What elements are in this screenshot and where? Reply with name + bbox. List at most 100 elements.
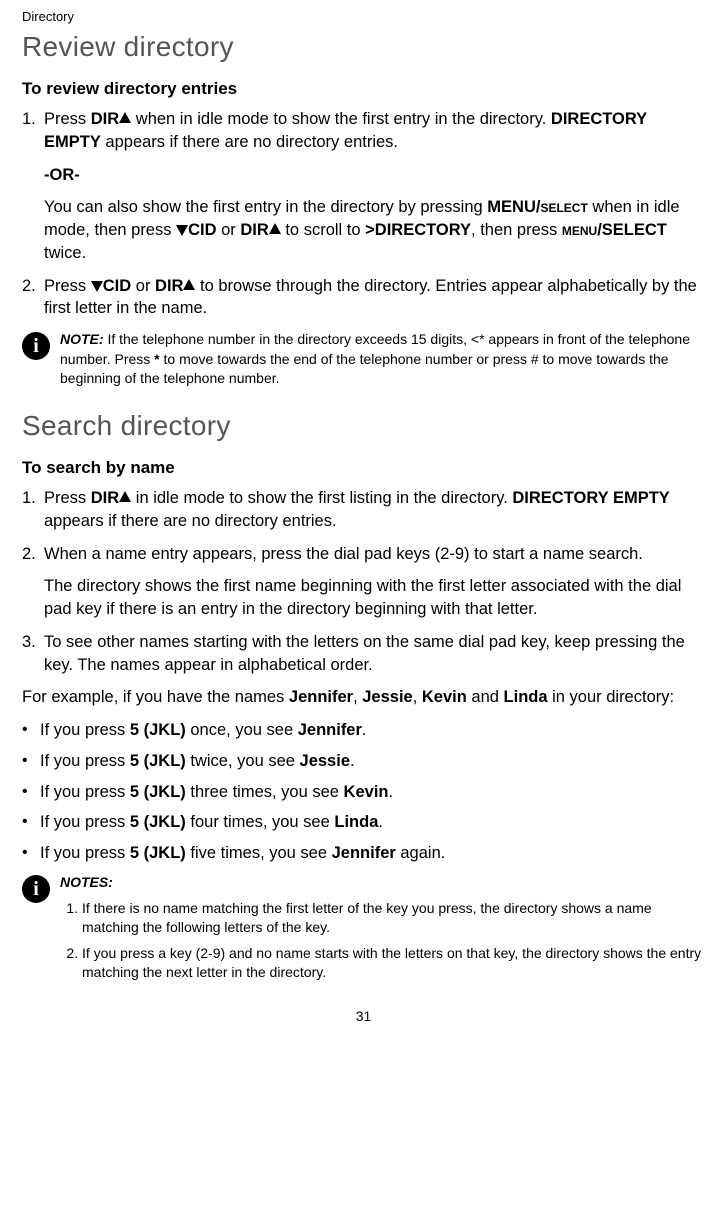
list-item: If you press 5 (JKL) once, you see Jenni… [22, 719, 705, 742]
example-bullets: If you press 5 (JKL) once, you see Jenni… [22, 719, 705, 865]
text: If you press [40, 844, 130, 862]
down-arrow-icon [91, 281, 103, 292]
section-title-review: Review directory [22, 28, 705, 67]
or-label: -OR- [44, 166, 80, 184]
key-cid: CID [188, 221, 216, 239]
menu-path-directory: >DIRECTORY [365, 221, 471, 239]
note-body: NOTE: If the telephone number in the dir… [60, 330, 705, 389]
text: five times, you see [186, 844, 332, 862]
text: . [378, 813, 383, 831]
text: to scroll to [281, 221, 365, 239]
text: Press [44, 489, 91, 507]
key-dir: DIR [240, 221, 268, 239]
list-item: If you press 5 (JKL) four times, you see… [22, 811, 705, 834]
notes-label: NOTES: [60, 874, 113, 890]
text: or [217, 221, 241, 239]
key-menu: MENU/select [487, 198, 588, 216]
note-label: NOTE: [60, 331, 104, 347]
text: when in idle mode to show the first entr… [131, 110, 551, 128]
text: . [362, 721, 367, 739]
text: To see other names starting with the let… [44, 633, 685, 674]
search-steps: 1. Press DIR in idle mode to show the fi… [22, 487, 705, 676]
text: in idle mode to show the first listing i… [131, 489, 512, 507]
text: or [131, 277, 155, 295]
alt-instruction: You can also show the first entry in the… [44, 196, 705, 264]
up-arrow-icon [119, 491, 131, 502]
key-5jkl: 5 (JKL) [130, 813, 186, 831]
key-dir: DIR [91, 110, 119, 128]
example-name: Jennifer [289, 688, 353, 706]
review-steps: 1. Press DIR when in idle mode to show t… [22, 108, 705, 320]
result-name: Jennifer [332, 844, 396, 862]
text: again. [396, 844, 446, 862]
text: and [467, 688, 504, 706]
note-item: If there is no name matching the first l… [82, 899, 705, 938]
key-menu-select: menu/SELECT [562, 221, 667, 239]
down-arrow-icon [176, 225, 188, 236]
step-number: 1. [22, 487, 36, 510]
text: When a name entry appears, press the dia… [44, 545, 643, 563]
example-name: Kevin [422, 688, 467, 706]
text: four times, you see [186, 813, 335, 831]
list-item: If you press 5 (JKL) three times, you se… [22, 781, 705, 804]
step-2-detail: The directory shows the first name begin… [44, 575, 705, 621]
step-1: 1. Press DIR when in idle mode to show t… [22, 108, 705, 265]
step-number: 2. [22, 543, 36, 566]
key-5jkl: 5 (JKL) [130, 783, 186, 801]
step-1: 1. Press DIR in idle mode to show the fi… [22, 487, 705, 533]
text: You can also show the first entry in the… [44, 198, 487, 216]
step-number: 3. [22, 631, 36, 654]
info-icon [22, 332, 50, 360]
text: . [350, 752, 355, 770]
result-name: Jennifer [298, 721, 362, 739]
text: once, you see [186, 721, 298, 739]
up-arrow-icon [119, 112, 131, 123]
directory-empty-label: DIRECTORY EMPTY [512, 489, 669, 507]
key-cid: CID [103, 277, 131, 295]
key-5jkl: 5 (JKL) [130, 752, 186, 770]
text: , [353, 688, 362, 706]
result-name: Kevin [344, 783, 389, 801]
result-name: Linda [334, 813, 378, 831]
text: , [413, 688, 422, 706]
result-name: Jessie [300, 752, 350, 770]
up-arrow-icon [183, 279, 195, 290]
list-item: If you press 5 (JKL) five times, you see… [22, 842, 705, 865]
info-icon [22, 875, 50, 903]
subtitle-search: To search by name [22, 456, 705, 479]
text: in your directory: [548, 688, 675, 706]
notes-body: NOTES: If there is no name matching the … [60, 873, 705, 989]
text: appears if there are no directory entrie… [101, 133, 398, 151]
key-5jkl: 5 (JKL) [130, 844, 186, 862]
text: Press [44, 277, 91, 295]
example-name: Linda [504, 688, 548, 706]
text: appears if there are no directory entrie… [44, 512, 337, 530]
text: If you press [40, 783, 130, 801]
breadcrumb: Directory [22, 8, 705, 26]
text: twice. [44, 244, 86, 262]
example-name: Jessie [362, 688, 412, 706]
key-5jkl: 5 (JKL) [130, 721, 186, 739]
section-title-search: Search directory [22, 407, 705, 446]
text: . [388, 783, 393, 801]
example-intro: For example, if you have the names Jenni… [22, 686, 705, 709]
note-block: NOTE: If the telephone number in the dir… [22, 330, 705, 389]
key-dir: DIR [91, 489, 119, 507]
note-item: If you press a key (2-9) and no name sta… [82, 944, 705, 983]
step-number: 2. [22, 275, 36, 298]
step-2: 2. When a name entry appears, press the … [22, 543, 705, 621]
step-2: 2. Press CID or DIR to browse through th… [22, 275, 705, 321]
text: For example, if you have the names [22, 688, 289, 706]
list-item: If you press 5 (JKL) twice, you see Jess… [22, 750, 705, 773]
text: Press [44, 110, 91, 128]
up-arrow-icon [269, 223, 281, 234]
key-dir: DIR [155, 277, 183, 295]
text: three times, you see [186, 783, 344, 801]
notes-block: NOTES: If there is no name matching the … [22, 873, 705, 989]
text: If you press [40, 721, 130, 739]
text: , then press [471, 221, 562, 239]
page-number: 31 [22, 1007, 705, 1026]
subtitle-review: To review directory entries [22, 77, 705, 100]
text: If you press [40, 813, 130, 831]
step-number: 1. [22, 108, 36, 131]
